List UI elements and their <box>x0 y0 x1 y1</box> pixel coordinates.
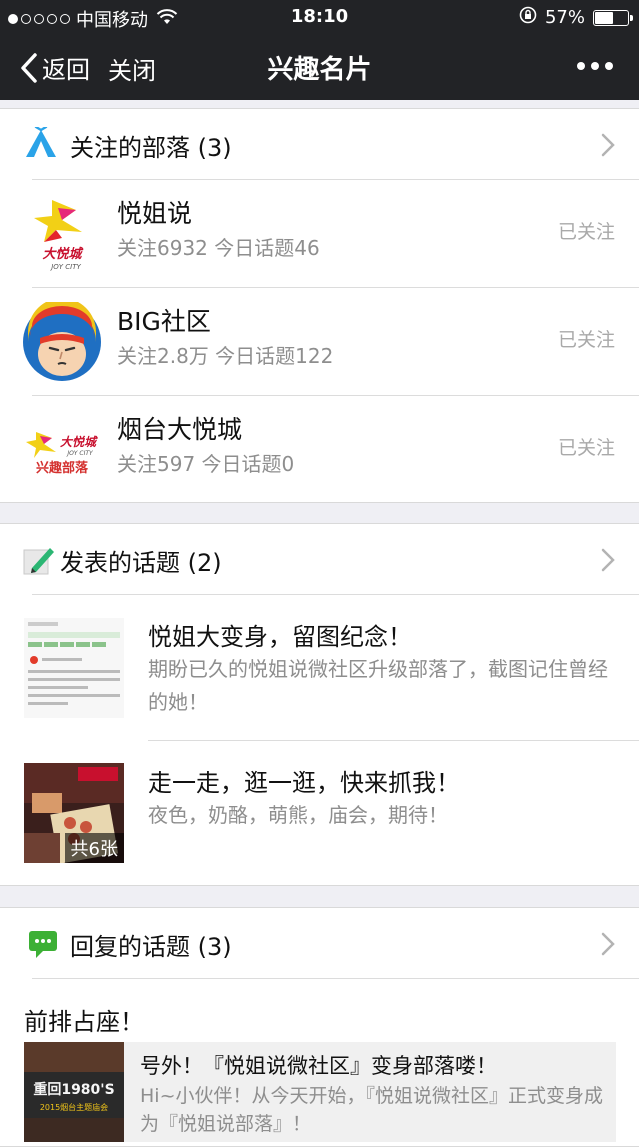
chevron-right-icon <box>601 548 615 572</box>
posted-topics-header[interactable]: 发表的话题 (2) <box>0 524 639 594</box>
followed-status[interactable]: 已关注 <box>558 325 615 352</box>
tribe-item-big-community[interactable]: BIG社区 关注2.8万 今日话题122 已关注 <box>0 288 639 396</box>
tribe-name: 悦姐说 <box>117 199 193 228</box>
posted-topics-title: 发表的话题 (2) <box>60 549 222 577</box>
battery-area: 57% <box>519 6 633 29</box>
replied-topics-header[interactable]: 回复的话题 (3) <box>0 908 639 978</box>
topic-thumbnail <box>24 618 124 718</box>
replied-topics-title: 回复的话题 (3) <box>70 933 232 961</box>
svg-text:2015烟台主题庙会: 2015烟台主题庙会 <box>40 1102 108 1112</box>
topic-thumbnail: 共6张 <box>24 763 124 863</box>
followed-tribes-card: 关注的部落 (3) 大悦城 JOY CITY 悦姐说 关注6932 今日话题46… <box>0 108 639 503</box>
svg-text:JOY CITY: JOY CITY <box>49 263 81 271</box>
more-dot-icon <box>605 62 613 70</box>
status-bar: 中国移动 18:10 57% <box>0 0 639 34</box>
quoted-topic-title: 号外！『悦姐说微社区』变身部落喽！ <box>140 1054 497 1078</box>
reply-text: 前排占座！ <box>24 1008 144 1036</box>
topic-title: 走一走，逛一逛，快来抓我！ <box>148 769 460 797</box>
svg-text:大悦城: 大悦城 <box>60 435 98 449</box>
tribe-name: BIG社区 <box>117 307 211 336</box>
svg-text:兴趣部落: 兴趣部落 <box>36 460 89 476</box>
more-dot-icon <box>591 62 599 70</box>
posted-topics-card: 发表的话题 (2) 悦姐大变身，留图纪念！ 期盼已久的悦姐说微社区升级部落了，截… <box>0 523 639 886</box>
more-dot-icon <box>577 62 585 70</box>
page-title: 兴趣名片 <box>267 55 372 85</box>
battery-percent: 57% <box>544 7 585 28</box>
joycity-interest-logo: 大悦城 JOY CITY 兴趣部落 <box>22 410 102 490</box>
chevron-right-icon <box>601 133 615 157</box>
replied-topics-card: 回复的话题 (3) 前排占座！ 重回1980'S 2015烟台主题庙会 号外！『… <box>0 907 639 1147</box>
svg-text:JOY CITY: JOY CITY <box>66 450 94 457</box>
tribe-name: 烟台大悦城 <box>117 415 243 444</box>
tribe-item-yuejieshuo[interactable]: 大悦城 JOY CITY 悦姐说 关注6932 今日话题46 已关注 <box>0 180 639 288</box>
cartoon-avatar <box>22 298 102 382</box>
tribe-stats: 关注6932 今日话题46 <box>117 236 320 260</box>
battery-icon <box>593 9 633 26</box>
quoted-topic[interactable]: 重回1980'S 2015烟台主题庙会 号外！『悦姐说微社区』变身部落喽！ Hi… <box>24 1042 616 1142</box>
topic-item[interactable]: 共6张 走一走，逛一逛，快来抓我！ 夜色，奶酪，萌熊，庙会，期待！ <box>0 741 639 885</box>
tribe-stats: 关注2.8万 今日话题122 <box>117 344 334 368</box>
more-menu-button[interactable] <box>577 62 613 70</box>
chevron-right-icon <box>601 932 615 956</box>
topic-desc: 期盼已久的悦姐说微社区升级部落了，截图记住曾经的她！ <box>148 657 608 714</box>
followed-tribes-header[interactable]: 关注的部落 (3) <box>0 109 639 179</box>
chat-bubble-icon <box>29 931 57 958</box>
tribe-item-yantai-joycity[interactable]: 大悦城 JOY CITY 兴趣部落 烟台大悦城 关注597 今日话题0 已关注 <box>0 396 639 504</box>
followed-tribes-title: 关注的部落 (3) <box>70 134 232 162</box>
topic-item[interactable]: 悦姐大变身，留图纪念！ 期盼已久的悦姐说微社区升级部落了，截图记住曾经的她！ <box>0 595 639 739</box>
tent-icon <box>26 127 56 157</box>
joycity-logo: 大悦城 JOY CITY <box>22 194 102 274</box>
svg-text:大悦城: 大悦城 <box>42 246 83 262</box>
followed-status[interactable]: 已关注 <box>558 217 615 244</box>
topic-title: 悦姐大变身，留图纪念！ <box>148 623 412 651</box>
rotation-lock-icon <box>519 6 537 29</box>
followed-status[interactable]: 已关注 <box>558 433 615 460</box>
quoted-topic-thumbnail: 重回1980'S 2015烟台主题庙会 <box>24 1042 124 1142</box>
divider <box>32 978 639 979</box>
edit-note-icon <box>23 548 54 575</box>
tribe-stats: 关注597 今日话题0 <box>117 452 295 476</box>
topic-desc: 夜色，奶酪，萌熊，庙会，期待！ <box>148 803 448 827</box>
quoted-topic-desc: Hi~小伙伴！从今天开始，『悦姐说微社区』正式变身成为『悦姐说部落』！ <box>140 1085 603 1135</box>
svg-text:重回1980'S: 重回1980'S <box>33 1081 114 1098</box>
photo-count-badge: 共6张 <box>64 833 124 863</box>
nav-bar: 返回 关闭 兴趣名片 <box>0 34 639 100</box>
